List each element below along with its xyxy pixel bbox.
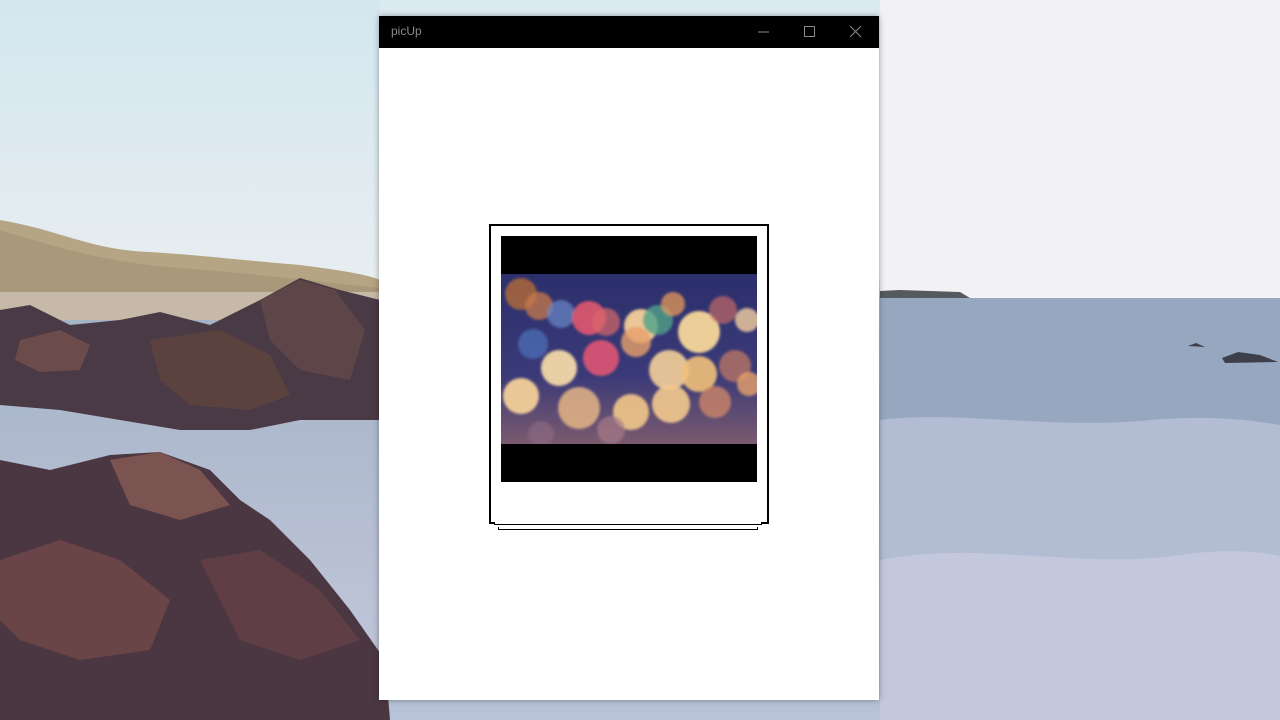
close-icon	[850, 26, 862, 38]
maximize-button[interactable]	[787, 16, 833, 48]
polaroid-frame[interactable]	[489, 224, 769, 524]
title-bar[interactable]: picUp	[379, 16, 879, 48]
close-button[interactable]	[833, 16, 879, 48]
bokeh-photo	[501, 236, 757, 482]
minimize-icon	[758, 31, 769, 33]
app-window: picUp	[379, 16, 879, 700]
bokeh-lights-image	[501, 274, 757, 444]
window-title: picUp	[391, 24, 422, 38]
stacked-photo-edge	[498, 527, 758, 530]
minimize-button[interactable]	[741, 16, 787, 48]
maximize-icon	[804, 26, 815, 37]
stacked-photo-edge	[494, 522, 762, 525]
